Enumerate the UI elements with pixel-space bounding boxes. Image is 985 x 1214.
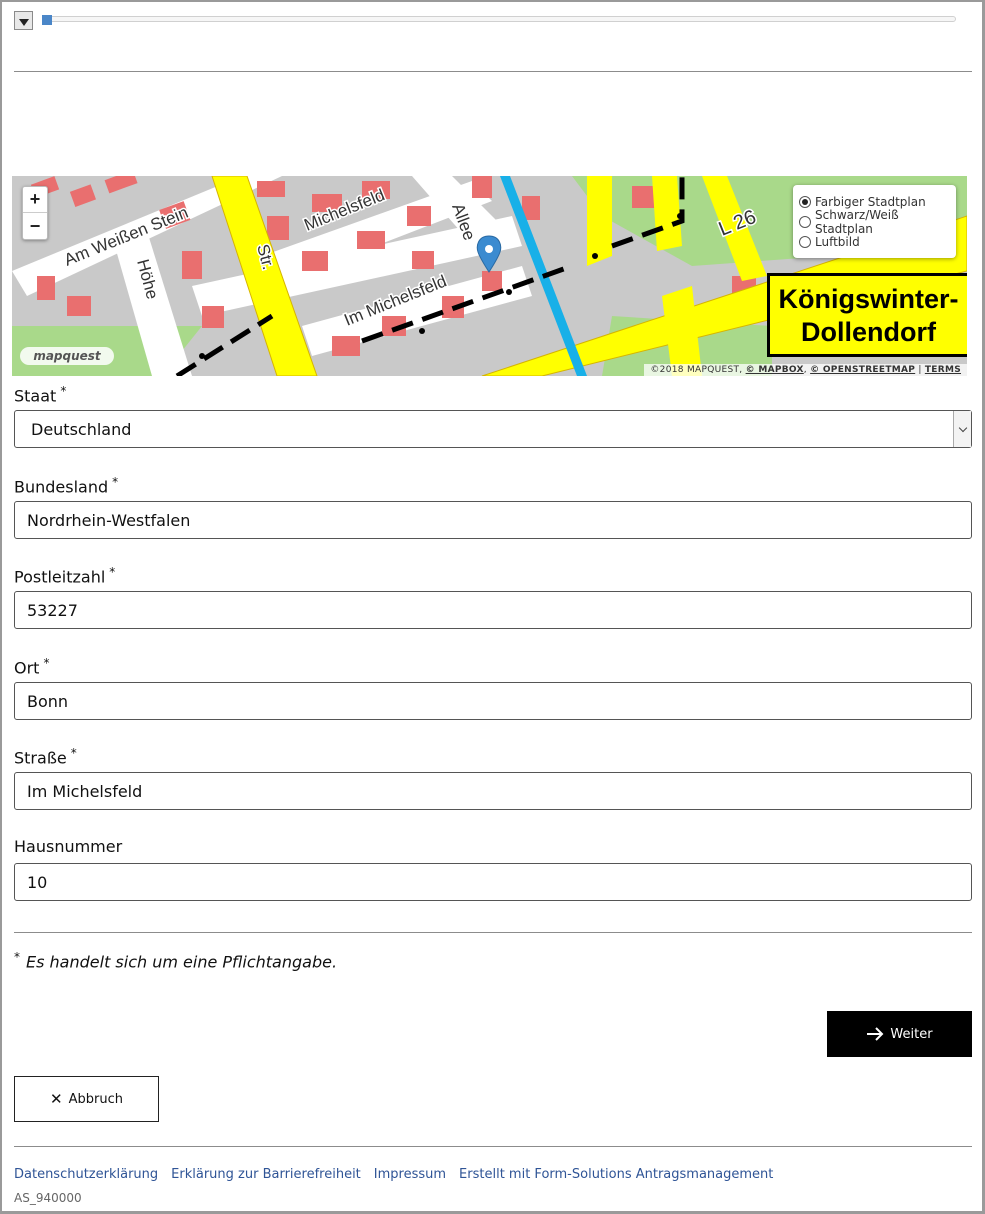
attribution-mapbox-link[interactable]: © MAPBOX <box>746 365 804 375</box>
layer-option-schwarzweiss[interactable]: Schwarz/Weiß Stadtplan <box>799 208 956 236</box>
chevron-down-icon[interactable] <box>14 11 33 30</box>
arrow-right-icon <box>867 1027 884 1041</box>
staat-select[interactable]: Deutschland <box>14 410 972 448</box>
layer-option-label: Schwarz/Weiß Stadtplan <box>815 208 899 236</box>
footer-link-impressum[interactable]: Impressum <box>374 1167 446 1182</box>
zoom-out-button[interactable]: − <box>23 213 47 239</box>
chevron-down-icon[interactable] <box>953 411 971 447</box>
cancel-button-label: Abbruch <box>68 1091 123 1107</box>
radio-selected-icon[interactable] <box>799 196 811 208</box>
ort-field[interactable]: Bonn <box>14 682 972 720</box>
form-id: AS_940000 <box>14 1191 82 1205</box>
hausnummer-field[interactable]: 10 <box>14 863 972 901</box>
city-sign-line1: Königswinter- <box>778 284 959 314</box>
cancel-button[interactable]: ✕ Abbruch <box>14 1076 159 1122</box>
attribution-osm-link[interactable]: © OPENSTREETMAP <box>810 365 915 375</box>
plz-label: Postleitzahl * <box>14 565 116 587</box>
layer-option-label: Luftbild <box>815 235 860 249</box>
footer-link-barrierefreiheit[interactable]: Erklärung zur Barrierefreiheit <box>171 1167 361 1182</box>
layer-switcher: Farbiger Stadtplan Schwarz/Weiß Stadtpla… <box>793 185 956 258</box>
strasse-field[interactable]: Im Michelsfeld <box>14 772 972 810</box>
divider <box>14 71 972 72</box>
staat-label: Staat * <box>14 384 67 406</box>
staat-value: Deutschland <box>31 419 132 439</box>
bundesland-field[interactable]: Nordrhein-Westfalen <box>14 501 972 539</box>
hausnummer-label: Hausnummer <box>14 837 123 856</box>
attribution-terms-link[interactable]: TERMS <box>925 365 961 375</box>
next-button[interactable]: Weiter <box>827 1011 972 1057</box>
progress-bar <box>42 15 956 25</box>
city-sign-line2: Dollendorf <box>801 317 936 347</box>
divider <box>14 932 972 933</box>
divider <box>14 1146 972 1147</box>
attribution-copyright: ©2018 MAPQUEST, <box>650 365 743 375</box>
footer-links: Datenschutzerklärung Erklärung zur Barri… <box>14 1167 773 1182</box>
next-button-label: Weiter <box>890 1026 933 1042</box>
radio-icon[interactable] <box>799 236 811 248</box>
footer-link-datenschutz[interactable]: Datenschutzerklärung <box>14 1167 158 1182</box>
strasse-label: Straße * <box>14 746 77 768</box>
map[interactable]: Am Weißen Stein Michelsfeld Allee Im Mic… <box>12 176 967 376</box>
progress-bar-fill <box>42 15 52 25</box>
map-attribution: ©2018 MAPQUEST, © MAPBOX, © OPENSTREETMA… <box>644 364 967 376</box>
footer-link-form-solutions[interactable]: Erstellt mit Form-Solutions Antragsmanag… <box>459 1167 773 1182</box>
close-icon: ✕ <box>50 1090 63 1108</box>
mapquest-logo: mapquest <box>20 347 114 365</box>
ort-label: Ort * <box>14 656 50 678</box>
radio-icon[interactable] <box>799 216 811 228</box>
layer-option-label: Farbiger Stadtplan <box>815 195 926 209</box>
required-note: * Es handelt sich um eine Pflichtangabe. <box>14 950 338 972</box>
plz-field[interactable]: 53227 <box>14 591 972 629</box>
zoom-in-button[interactable]: + <box>23 187 47 213</box>
zoom-control: + − <box>22 186 48 240</box>
bundesland-label: Bundesland * <box>14 475 119 497</box>
city-sign: Königswinter- Dollendorf <box>767 273 967 357</box>
